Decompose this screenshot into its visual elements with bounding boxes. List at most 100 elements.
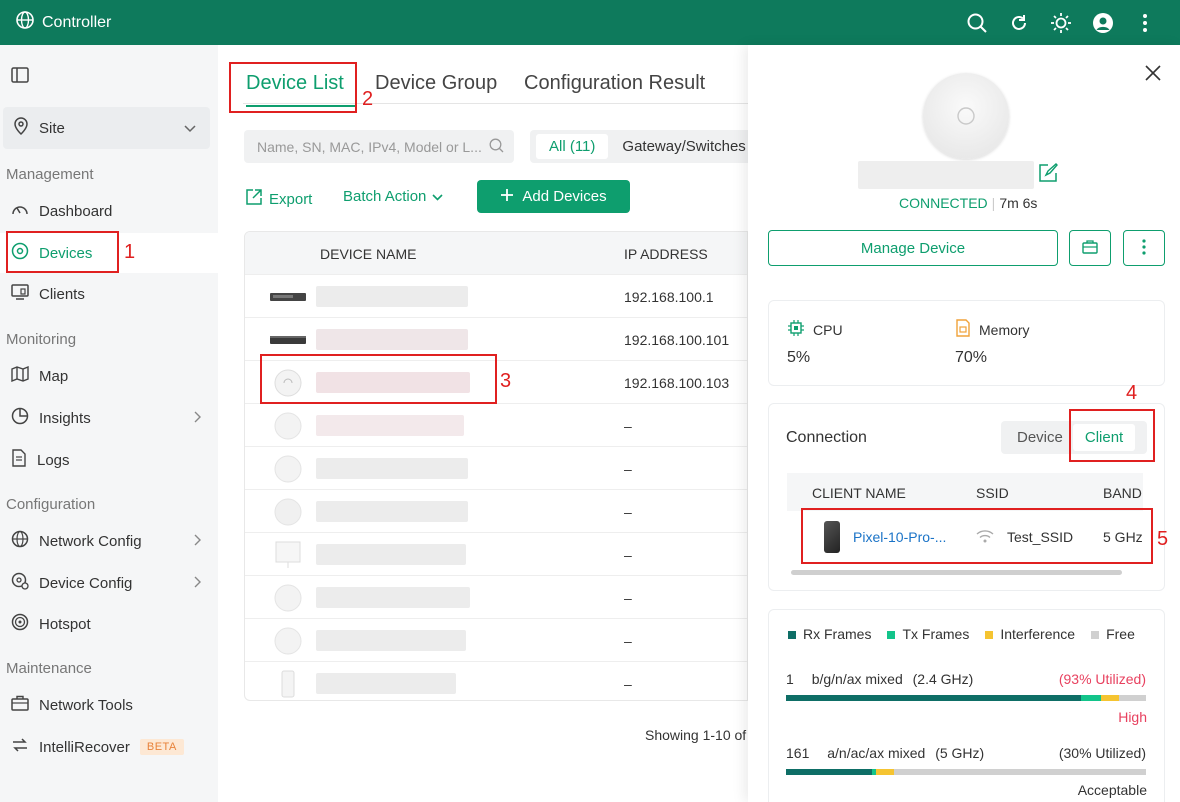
add-devices-button[interactable]: Add Devices [477,180,630,213]
utilization-level: High [1118,709,1147,725]
sidebar-item-insights[interactable]: Insights [0,398,218,438]
column-band[interactable]: BAND [1103,485,1142,501]
ip-cell: – [624,418,632,434]
close-icon[interactable] [1145,65,1161,84]
dashboard-gauge-icon [11,200,29,222]
annotation-box-devices [6,231,119,273]
tab-device-group[interactable]: Device Group [375,72,497,95]
sidebar-item-label: IntelliRecover [39,738,130,756]
radio-utilized: (30% Utilized) [1058,745,1146,761]
more-actions-button[interactable] [1123,230,1165,266]
memory-icon [955,319,971,340]
insights-pie-icon [11,407,29,429]
more-vertical-icon[interactable] [1134,12,1156,34]
resource-card: CPU 5% Memory 70% [768,300,1165,386]
toggle-device[interactable]: Device [1001,429,1063,446]
toolbox-button[interactable] [1069,230,1111,266]
table-row[interactable]: – [245,532,747,575]
more-vertical-icon [1142,238,1146,258]
avatar-icon[interactable] [1092,12,1114,34]
pagination-summary: Showing 1-10 of [645,727,747,743]
table-row[interactable]: 192.168.100.1 [245,274,747,317]
sidebar-item-network-config[interactable]: Network Config [0,521,218,561]
gateway-device-icon [269,283,307,310]
table-row[interactable]: – [245,618,747,661]
sidebar-item-label: Map [39,367,69,385]
radio-utilized: (93% Utilized) [1058,671,1146,687]
filter-all[interactable]: All (11) [536,134,609,159]
annotation-number: 1 [124,241,136,263]
table-row[interactable]: – [245,446,747,489]
access-point-icon [269,412,307,439]
sidebar-item-intellirecover[interactable]: IntelliRecover BETA [0,727,218,767]
sidebar-toggle-icon[interactable] [11,67,29,86]
device-name-redacted [316,415,464,436]
search-input[interactable]: Name, SN, MAC, IPv4, Model or L... [244,130,514,163]
batch-action-label: Batch Action [343,188,427,205]
sidebar-item-map[interactable]: Map [0,356,218,396]
column-device-name[interactable]: DEVICE NAME [320,246,416,262]
refresh-icon[interactable] [1008,12,1030,34]
search-icon [489,138,504,156]
sidebar-item-device-config[interactable]: Device Config [0,563,218,603]
annotation-number: 4 [1126,382,1138,404]
table-row[interactable]: – [245,489,747,532]
bar-segment-tx [1081,695,1101,701]
ip-cell: – [624,590,632,606]
sidebar-item-label: Dashboard [39,202,113,220]
column-client-name[interactable]: CLIENT NAME [812,485,906,501]
sidebar-item-network-tools[interactable]: Network Tools [0,685,218,725]
switch-device-icon [269,326,307,353]
sidebar-item-logs[interactable]: Logs [0,440,218,480]
globe-icon [11,530,29,552]
column-ip-address[interactable]: IP ADDRESS [624,246,708,262]
search-placeholder: Name, SN, MAC, IPv4, Model or L... [257,138,482,155]
device-name-redacted [316,630,466,651]
brand: Controller [0,11,111,34]
cpu-label: CPU [813,321,843,338]
table-row[interactable]: – [245,661,747,700]
sidebar-item-hotspot[interactable]: Hotspot [0,604,218,644]
sidebar-item-label: Hotspot [39,615,91,633]
sidebar-item-clients[interactable]: Clients [0,274,218,314]
chevron-down-icon [432,188,443,205]
search-icon[interactable] [966,12,988,34]
bar-segment-interference [1100,695,1119,701]
connection-status: CONNECTED | 7m 6s [899,195,1038,211]
top-bar: Controller [0,0,1180,45]
bar-segment-rx [786,769,873,775]
main-content: Device List Device Group Configuration R… [218,45,760,802]
table-row[interactable]: – [245,575,747,618]
utilization-level: Acceptable [1077,782,1147,798]
radio-channel: 161 [786,745,810,761]
hotspot-icon [11,613,29,635]
map-icon [11,365,29,386]
column-ssid[interactable]: SSID [976,485,1009,501]
globe-icon [16,11,34,34]
batch-action-dropdown[interactable]: Batch Action [343,188,443,205]
wall-plate-ap-icon [269,541,307,568]
tab-configuration-result[interactable]: Configuration Result [524,72,705,95]
sidebar-item-dashboard[interactable]: Dashboard [0,191,218,231]
site-select[interactable]: Site [3,107,210,149]
toolbox-icon [11,695,29,715]
horizontal-scrollbar[interactable] [791,570,1122,575]
edit-icon[interactable] [1038,163,1058,186]
radio-2g-line: 1 b/g/n/ax mixed (2.4 GHz) (93% Utilized… [786,671,1146,687]
uptime: 7m 6s [999,195,1038,211]
location-pin-icon [13,117,29,139]
chevron-right-icon [194,575,202,592]
radio-freq: (2.4 GHz) [912,671,974,687]
table-row[interactable]: – [245,403,747,446]
memory-value: 70% [955,349,988,366]
radio-channel: 1 [786,671,794,687]
sidebar: Site Management Dashboard Devices Client… [0,45,218,802]
manage-device-button[interactable]: Manage Device [768,230,1058,266]
export-button[interactable]: Export [245,188,312,210]
access-point-image [923,73,1009,159]
radio-freq: (5 GHz) [935,745,985,761]
chevron-right-icon [194,410,202,427]
filter-gateway-switches[interactable]: Gateway/Switches [622,138,745,155]
legend-rx: Rx Frames [788,626,871,642]
theme-sun-icon[interactable] [1050,12,1072,34]
